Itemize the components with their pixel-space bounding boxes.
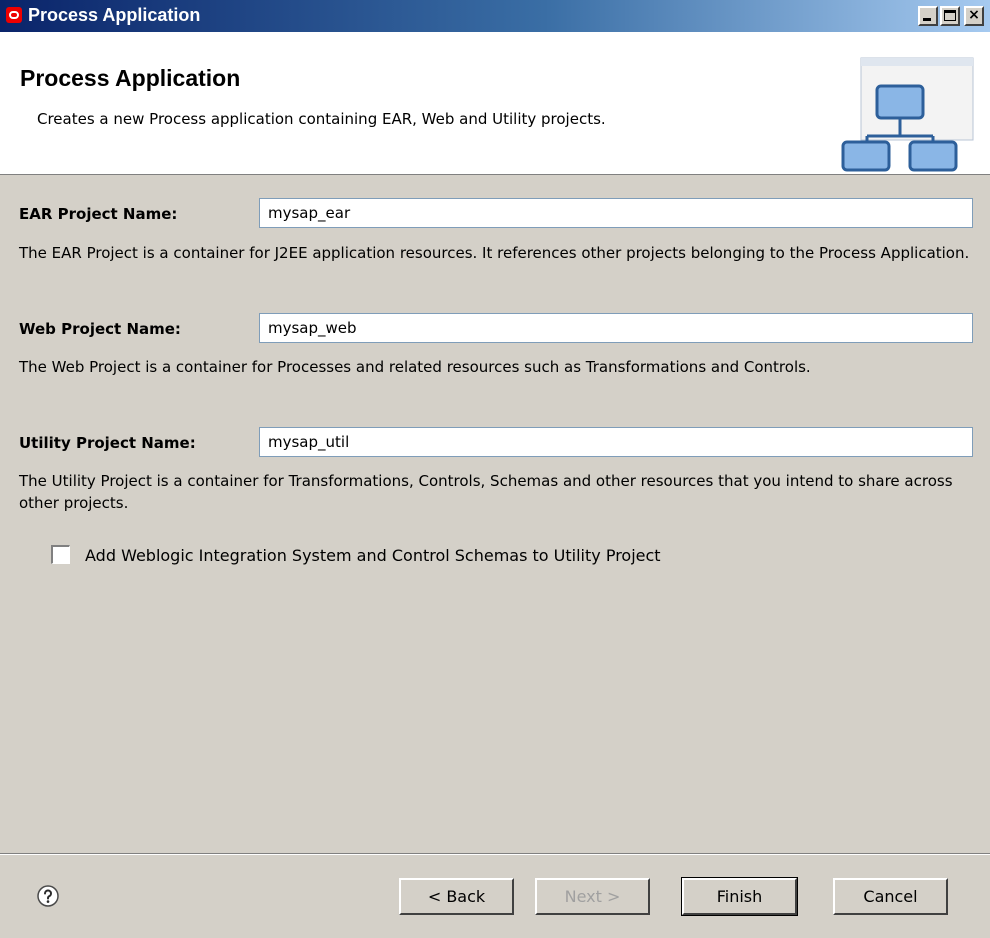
- close-button[interactable]: ×: [964, 6, 984, 26]
- minimize-icon: [923, 18, 931, 21]
- oracle-logo-icon: [6, 7, 22, 23]
- back-button[interactable]: < Back: [399, 878, 514, 915]
- window-title: Process Application: [28, 5, 201, 25]
- next-button[interactable]: Next >: [535, 878, 650, 915]
- application-diagram-icon: [841, 57, 974, 172]
- web-project-input[interactable]: [259, 313, 973, 343]
- maximize-button[interactable]: [940, 6, 960, 26]
- cancel-button[interactable]: Cancel: [833, 878, 948, 915]
- window-titlebar[interactable]: Process Application ×: [0, 0, 990, 32]
- ear-project-input[interactable]: [259, 198, 973, 228]
- page-title: Process Application: [20, 65, 241, 91]
- utility-project-label: Utility Project Name:: [19, 434, 196, 452]
- web-project-label: Web Project Name:: [19, 320, 181, 338]
- close-icon: ×: [968, 7, 980, 23]
- help-icon[interactable]: [36, 884, 60, 908]
- utility-project-help: The Utility Project is a container for T…: [19, 472, 953, 512]
- ear-project-label: EAR Project Name:: [19, 205, 178, 223]
- ear-project-help: The EAR Project is a container for J2EE …: [19, 244, 970, 262]
- add-schemas-checkbox[interactable]: [51, 545, 70, 564]
- utility-project-input[interactable]: [259, 427, 973, 457]
- web-project-help: The Web Project is a container for Proce…: [19, 358, 811, 376]
- maximize-icon: [944, 10, 956, 21]
- add-schemas-label[interactable]: Add Weblogic Integration System and Cont…: [85, 546, 661, 565]
- minimize-button[interactable]: [918, 6, 938, 26]
- footer-separator: [0, 853, 990, 855]
- wizard-header: Process Application Creates a new Proces…: [0, 32, 990, 175]
- finish-button[interactable]: Finish: [681, 877, 798, 916]
- page-description: Creates a new Process application contai…: [37, 110, 606, 128]
